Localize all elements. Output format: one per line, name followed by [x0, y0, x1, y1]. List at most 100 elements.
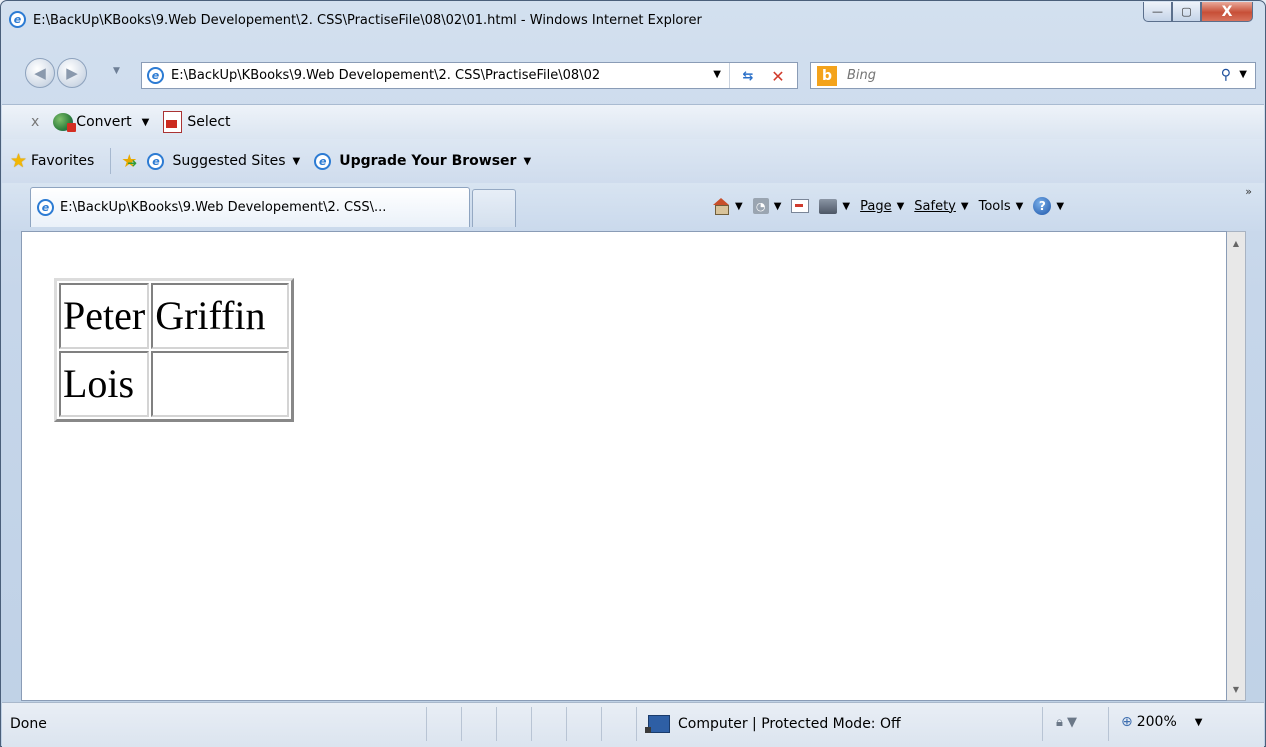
divider: [1042, 707, 1043, 741]
search-options-dropdown[interactable]: ▼: [1239, 69, 1247, 80]
maximize-button[interactable]: ▢: [1172, 2, 1201, 22]
convert-button[interactable]: Convert ▼: [53, 113, 150, 132]
recent-pages-dropdown[interactable]: ▼: [113, 66, 120, 76]
table-row: Peter Griffin: [59, 283, 290, 349]
bing-logo-icon: b: [817, 65, 837, 86]
status-text: Done: [10, 716, 47, 732]
divider: [110, 148, 112, 174]
close-toolbar-button[interactable]: x: [31, 114, 39, 130]
ie-icon: e: [37, 199, 54, 216]
print-icon: [819, 198, 838, 214]
search-box[interactable]: b ⚲ ▼: [810, 62, 1256, 89]
ie-icon: e: [9, 11, 26, 28]
scroll-up-icon[interactable]: ▲: [1227, 234, 1245, 252]
add-favorites-icon[interactable]: ★: [121, 151, 137, 172]
divider: [531, 707, 532, 741]
command-toolbar: ▼ ◔ ▼ ▼ Page ▼ Safety ▼ Tools ▼ ? ▼: [712, 193, 1074, 219]
new-tab-button[interactable]: [472, 189, 516, 227]
page-menu-label: Page: [860, 198, 892, 214]
ie-icon: e: [147, 67, 164, 84]
divider: [461, 707, 462, 741]
table-cell: [151, 351, 290, 417]
page-menu[interactable]: Page ▼: [860, 199, 904, 214]
tools-menu[interactable]: Tools ▼: [979, 199, 1024, 214]
computer-zone-icon: [645, 715, 670, 733]
safety-menu-label: Safety: [914, 198, 956, 214]
favorites-button[interactable]: Favorites: [31, 153, 94, 169]
select-label: Select: [187, 114, 231, 130]
window-title: E:\BackUp\KBooks\9.Web Developement\2. C…: [33, 13, 702, 28]
address-text[interactable]: E:\BackUp\KBooks\9.Web Developement\2. C…: [171, 68, 691, 83]
feed-icon: ◔: [752, 198, 769, 214]
close-button[interactable]: X: [1201, 2, 1253, 22]
chevron-down-icon: ▼: [292, 155, 301, 167]
convert-label: Convert: [76, 114, 132, 130]
zoom-control[interactable]: ⊕ 200% ▼: [1121, 714, 1202, 730]
divider: [1108, 707, 1109, 741]
chevron-down-icon: ▼: [960, 200, 969, 212]
zoom-level: 200%: [1136, 714, 1177, 730]
read-mail-button[interactable]: [791, 199, 810, 213]
scroll-down-icon[interactable]: ▼: [1227, 680, 1245, 698]
lock-icon[interactable]: 🔒︎ ▼: [1056, 715, 1077, 730]
favorites-star-icon[interactable]: ★: [10, 150, 27, 172]
divider: [496, 707, 497, 741]
table-cell: Griffin: [151, 283, 290, 349]
home-button[interactable]: ▼: [712, 198, 743, 215]
zoom-icon: ⊕: [1121, 714, 1133, 730]
stop-button[interactable]: ✕: [767, 66, 789, 86]
status-bar: Done Computer | Protected Mode: Off 🔒︎ ▼…: [2, 702, 1264, 747]
back-arrow-icon: ◀: [34, 64, 46, 82]
address-bar[interactable]: e E:\BackUp\KBooks\9.Web Developement\2.…: [141, 62, 798, 89]
toolbar-overflow-icon[interactable]: »: [1245, 185, 1252, 198]
convert-icon: [53, 113, 77, 132]
address-dropdown[interactable]: ▼: [713, 69, 721, 80]
zone-label: Computer | Protected Mode: Off: [678, 716, 901, 732]
chevron-down-icon: ▼: [1194, 716, 1203, 728]
divider: [636, 707, 637, 741]
feeds-button[interactable]: ◔ ▼: [752, 198, 781, 214]
command-bar: x Convert ▼ Select: [2, 104, 1264, 140]
tools-menu-label: Tools: [978, 198, 1011, 214]
suggested-sites-link[interactable]: e Suggested Sites ▼: [147, 152, 301, 170]
upgrade-browser-label: Upgrade Your Browser: [339, 153, 517, 169]
home-icon: [712, 198, 730, 215]
select-icon: [163, 111, 183, 133]
refresh-icon: ⇆: [742, 68, 754, 84]
ie-icon: e: [147, 152, 165, 170]
navigation-bar: ◀ ▶ ▼ e E:\BackUp\KBooks\9.Web Developem…: [1, 48, 1265, 104]
search-input[interactable]: [845, 67, 1189, 84]
chevron-down-icon: ▼: [735, 200, 743, 212]
ie-icon: e: [314, 152, 332, 170]
safety-menu[interactable]: Safety ▼: [914, 199, 968, 214]
browser-window: e E:\BackUp\KBooks\9.Web Developement\2.…: [0, 0, 1266, 747]
help-menu[interactable]: ? ▼: [1033, 197, 1064, 215]
data-table: Peter Griffin Lois: [54, 278, 295, 422]
divider: [601, 707, 602, 741]
select-button[interactable]: Select: [163, 111, 231, 133]
search-icon[interactable]: ⚲: [1221, 67, 1231, 83]
table-cell: Lois: [59, 351, 150, 417]
tab-active[interactable]: e E:\BackUp\KBooks\9.Web Developement\2.…: [30, 187, 470, 227]
chevron-down-icon: ▼: [1015, 200, 1024, 212]
tab-bar: e E:\BackUp\KBooks\9.Web Developement\2.…: [2, 183, 1264, 231]
refresh-button[interactable]: ⇆: [737, 66, 759, 86]
security-zone[interactable]: Computer | Protected Mode: Off: [645, 715, 901, 733]
upgrade-browser-link[interactable]: e Upgrade Your Browser ▼: [314, 152, 531, 170]
chevron-down-icon: ▼: [842, 200, 851, 212]
chevron-down-icon: ▼: [896, 200, 905, 212]
tab-title: E:\BackUp\KBooks\9.Web Developement\2. C…: [60, 200, 387, 215]
suggested-sites-label: Suggested Sites: [172, 153, 286, 169]
divider: [729, 63, 730, 88]
vertical-scrollbar[interactable]: ▲ ▼: [1227, 231, 1246, 701]
minimize-button[interactable]: —: [1143, 2, 1172, 22]
window-controls: — ▢ X: [1143, 2, 1253, 23]
favorites-bar: ★ Favorites ★ e Suggested Sites ▼ e Upgr…: [2, 139, 1264, 183]
table-row: Lois: [59, 351, 290, 417]
print-button[interactable]: ▼: [819, 198, 851, 214]
convert-dropdown[interactable]: ▼: [142, 117, 150, 128]
back-button[interactable]: ◀: [25, 58, 55, 88]
page-content: Peter Griffin Lois: [21, 231, 1227, 701]
forward-arrow-icon: ▶: [66, 64, 78, 82]
forward-button[interactable]: ▶: [57, 58, 87, 88]
